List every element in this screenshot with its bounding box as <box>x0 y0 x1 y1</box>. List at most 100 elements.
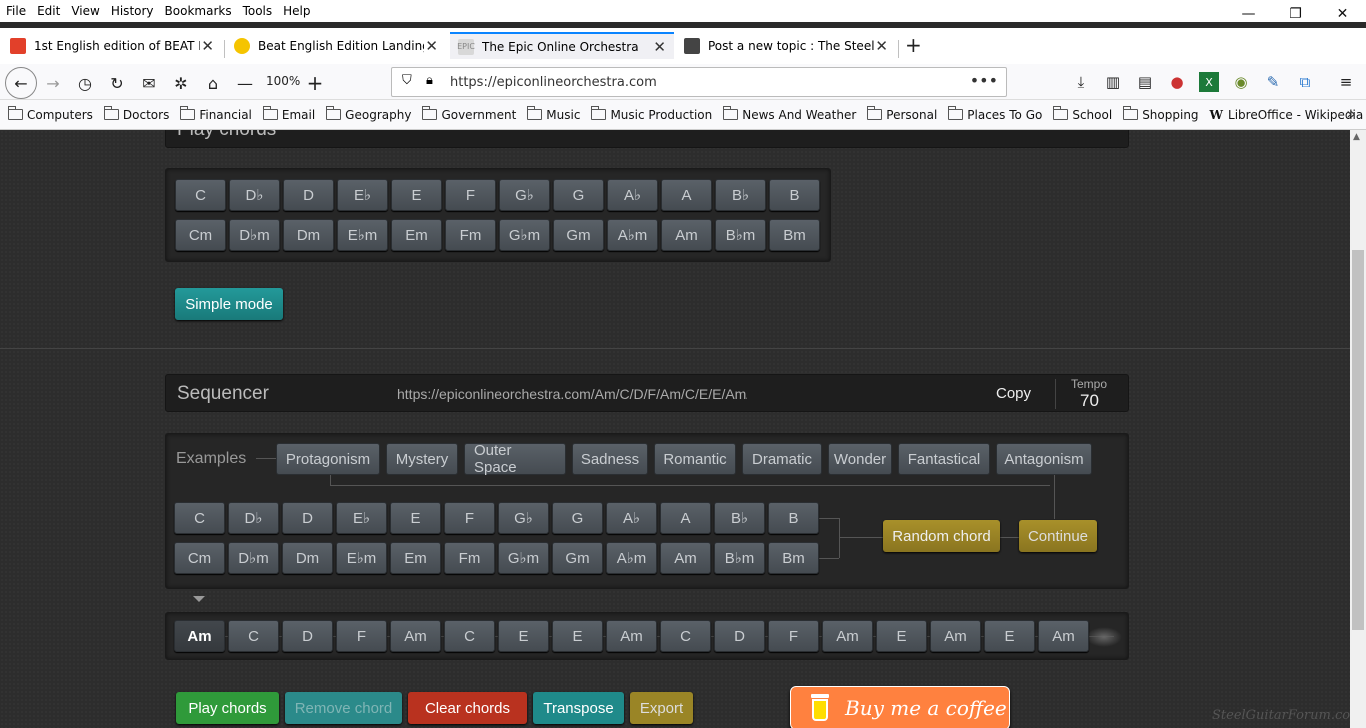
sequence-link[interactable]: https://epiconlineorchestra.com/Am/C/D/F… <box>397 386 747 402</box>
sequencer-chord-button[interactable]: D <box>282 502 333 534</box>
sequencer-chord-button[interactable]: Fm <box>444 542 495 574</box>
sequence-step[interactable]: Am <box>1038 620 1089 652</box>
play-chord-button[interactable]: Am <box>661 219 712 251</box>
play-chord-button[interactable]: B <box>769 179 820 211</box>
menu-help[interactable]: Help <box>277 4 315 18</box>
reload-button[interactable]: ↻ <box>104 70 130 96</box>
pen-extension-icon[interactable]: ✎ <box>1263 72 1283 92</box>
menu-history[interactable]: History <box>105 4 159 18</box>
play-chord-button[interactable]: Em <box>391 219 442 251</box>
play-chord-button[interactable]: D♭m <box>229 219 280 251</box>
sequence-step[interactable]: C <box>228 620 279 652</box>
bookmark-libreoffice-wikipedia[interactable]: W LibreOffice - Wikipedia <box>1210 108 1364 122</box>
play-chord-button[interactable]: Bm <box>769 219 820 251</box>
sequencer-chord-button[interactable]: F <box>444 502 495 534</box>
sequencer-chord-button[interactable]: A♭m <box>606 542 657 574</box>
sequencer-chord-button[interactable]: D♭ <box>228 502 279 534</box>
example-button[interactable]: Romantic <box>654 443 736 475</box>
sequencer-chord-button[interactable]: C <box>174 502 225 534</box>
sequencer-chord-button[interactable]: Am <box>660 542 711 574</box>
play-chord-button[interactable]: A <box>661 179 712 211</box>
shield-icon[interactable]: ⛉ <box>402 73 412 88</box>
sequence-step[interactable]: F <box>768 620 819 652</box>
simple-mode-button[interactable]: Simple mode <box>175 288 283 320</box>
scroll-up-icon[interactable]: ▲ <box>1353 132 1360 142</box>
bookmark-places-to-go[interactable]: Places To Go <box>948 106 1042 122</box>
new-tab-button[interactable]: + <box>905 33 922 57</box>
lock-icon[interactable]: 🔒︎ <box>426 73 433 88</box>
bookmark-news-and-weather[interactable]: News And Weather <box>723 106 856 122</box>
close-tab-icon[interactable]: ✕ <box>201 37 214 55</box>
sequencer-chord-button[interactable]: E <box>390 502 441 534</box>
play-chord-button[interactable]: Fm <box>445 219 496 251</box>
transpose-button[interactable]: Transpose <box>533 692 624 724</box>
play-chord-button[interactable]: E <box>391 179 442 211</box>
sequencer-chord-button[interactable]: Cm <box>174 542 225 574</box>
extension-colors-icon[interactable]: ● <box>1167 72 1187 92</box>
menu-edit[interactable]: Edit <box>31 4 65 18</box>
play-chord-button[interactable]: D♭ <box>229 179 280 211</box>
page-scrollbar[interactable]: ▲ <box>1350 130 1366 728</box>
sequencer-chord-button[interactable]: E♭m <box>336 542 387 574</box>
sequence-step[interactable]: Am <box>822 620 873 652</box>
copy-link-button[interactable]: Copy <box>996 385 1031 402</box>
menu-tools[interactable]: Tools <box>237 4 278 18</box>
sequence-step[interactable]: E <box>984 620 1035 652</box>
sequence-step[interactable]: E <box>498 620 549 652</box>
email-button[interactable]: ✉ <box>136 70 162 96</box>
sequencer-chord-button[interactable]: Gm <box>552 542 603 574</box>
clear-chords-button[interactable]: Clear chords <box>408 692 527 724</box>
close-tab-icon[interactable]: ✕ <box>425 37 438 55</box>
example-button[interactable]: Outer Space <box>464 442 566 476</box>
menu-bookmarks[interactable]: Bookmarks <box>159 4 237 18</box>
play-chord-button[interactable]: A♭m <box>607 219 658 251</box>
play-chord-button[interactable]: C <box>175 179 226 211</box>
close-tab-icon[interactable]: ✕ <box>653 38 666 56</box>
continue-button[interactable]: Continue <box>1019 520 1097 552</box>
sequencer-chord-button[interactable]: Em <box>390 542 441 574</box>
tab-epic-online-orchestra[interactable]: EPIC The Epic Online Orchestra ✕ <box>450 32 674 59</box>
sequence-step[interactable]: C <box>444 620 495 652</box>
caret-down-icon[interactable] <box>193 596 205 602</box>
settings-button[interactable]: ✲ <box>168 70 194 96</box>
sequencer-chord-button[interactable]: Dm <box>282 542 333 574</box>
globe-extension-icon[interactable]: ◉ <box>1231 72 1251 92</box>
sequence-step[interactable]: Am <box>930 620 981 652</box>
remove-chord-button[interactable]: Remove chord <box>285 692 402 724</box>
home-button[interactable]: ⌂ <box>200 70 226 96</box>
close-tab-icon[interactable]: ✕ <box>875 37 888 55</box>
sequence-step[interactable]: D <box>282 620 333 652</box>
hamburger-menu-icon[interactable]: ≡ <box>1336 72 1356 92</box>
sequencer-chord-button[interactable]: G♭m <box>498 542 549 574</box>
bookmark-geography[interactable]: Geography <box>326 106 411 122</box>
tempo-value[interactable]: 70 <box>1080 391 1099 411</box>
play-chord-button[interactable]: Cm <box>175 219 226 251</box>
play-chord-button[interactable]: B♭ <box>715 179 766 211</box>
play-chord-button[interactable]: Dm <box>283 219 334 251</box>
example-button[interactable]: Sadness <box>572 443 648 475</box>
zoom-level[interactable]: 100% <box>266 74 300 88</box>
play-chord-button[interactable]: D <box>283 179 334 211</box>
sequence-step[interactable]: Am <box>174 620 225 652</box>
bookmark-financial[interactable]: Financial <box>180 106 252 122</box>
sequence-step[interactable]: Am <box>390 620 441 652</box>
example-button[interactable]: Mystery <box>386 443 458 475</box>
play-chord-button[interactable]: E♭m <box>337 219 388 251</box>
scrollbar-thumb[interactable] <box>1352 250 1364 630</box>
translate-icon[interactable]: ⧉ <box>1295 72 1315 92</box>
sequence-step[interactable]: E <box>876 620 927 652</box>
play-chord-button[interactable]: G♭m <box>499 219 550 251</box>
tab-beat-magazine[interactable]: 1st English edition of BEAT Ma ✕ <box>2 32 222 59</box>
sequencer-chord-button[interactable]: B♭ <box>714 502 765 534</box>
close-window-button[interactable]: ✕ <box>1319 0 1366 28</box>
bookmark-music[interactable]: Music <box>527 106 580 122</box>
sequencer-chord-button[interactable]: Bm <box>768 542 819 574</box>
page-actions-icon[interactable]: ••• <box>970 71 998 90</box>
sequencer-chord-button[interactable]: A♭ <box>606 502 657 534</box>
sequence-step[interactable]: F <box>336 620 387 652</box>
sequence-step[interactable]: D <box>714 620 765 652</box>
sequence-step[interactable]: E <box>552 620 603 652</box>
example-button[interactable]: Protagonism <box>276 443 380 475</box>
bookmark-government[interactable]: Government <box>422 106 516 122</box>
zoom-out-button[interactable]: — <box>232 70 258 96</box>
